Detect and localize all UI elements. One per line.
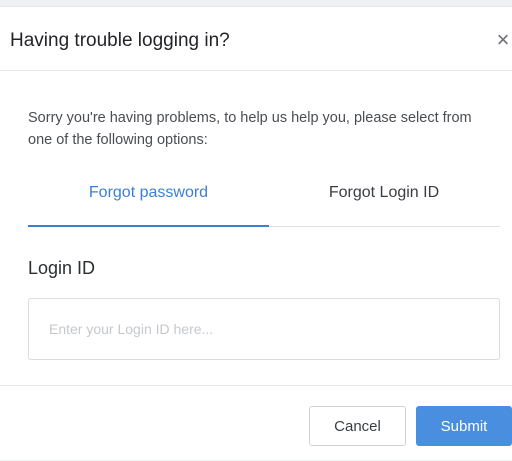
- tab-forgot-password[interactable]: Forgot password: [28, 177, 269, 227]
- login-id-label: Login ID: [28, 258, 96, 278]
- login-id-input[interactable]: [28, 298, 500, 360]
- cancel-button[interactable]: Cancel: [309, 406, 406, 446]
- dialog-title: Having trouble logging in?: [10, 30, 230, 51]
- recovery-tabs: Forgot password Forgot Login ID: [28, 177, 500, 227]
- close-icon[interactable]: ×: [494, 27, 512, 53]
- dialog-header: Having trouble logging in? ×: [0, 7, 512, 71]
- dialog-intro-text: Sorry you're having problems, to help us…: [28, 110, 472, 148]
- tab-forgot-login-id[interactable]: Forgot Login ID: [268, 177, 500, 227]
- submit-button[interactable]: Submit: [416, 406, 512, 446]
- dialog-footer: Cancel Submit: [0, 385, 512, 461]
- login-help-dialog: Having trouble logging in? × Sorry you'r…: [0, 6, 512, 460]
